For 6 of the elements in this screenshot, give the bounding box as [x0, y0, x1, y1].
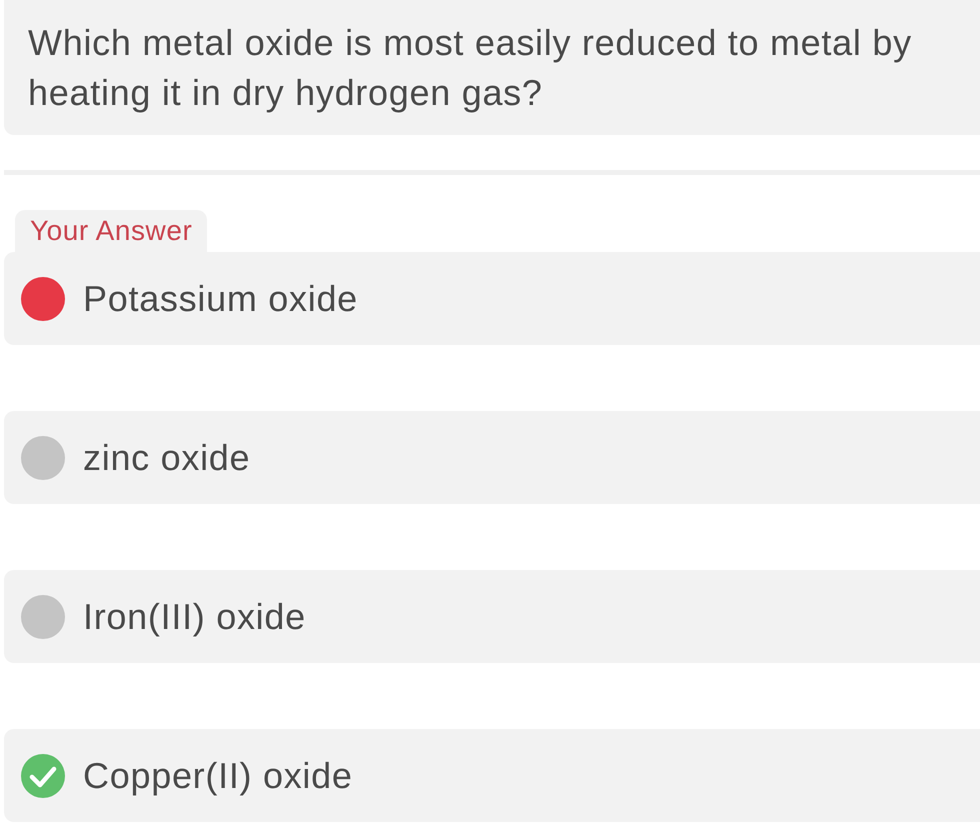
- option-label: Potassium oxide: [83, 276, 358, 320]
- option-label: Copper(II) oxide: [83, 754, 353, 798]
- question-text: Which metal oxide is most easily reduced to metal by heating it in dry hydrogen gas?: [28, 21, 913, 115]
- option-label: Iron(III) oxide: [83, 594, 306, 638]
- option-label: zinc oxide: [83, 436, 250, 480]
- your-answer-label: Your Answer: [15, 210, 208, 252]
